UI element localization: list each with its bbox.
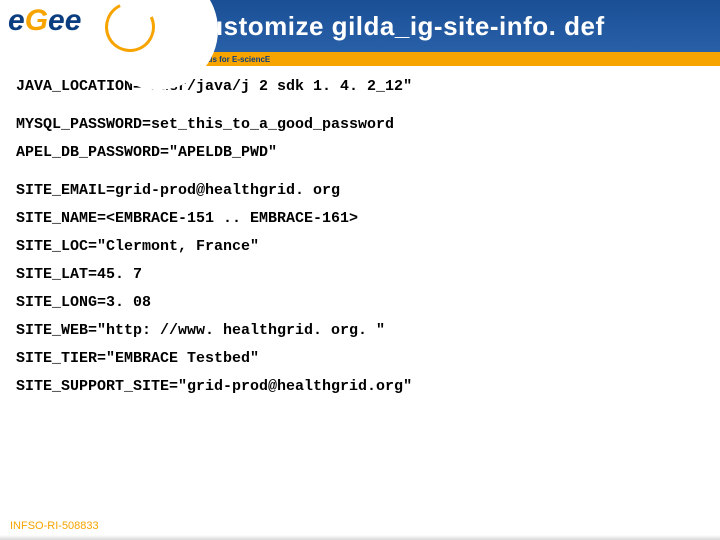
logo-letter-e: e	[48, 4, 65, 37]
config-line: SITE_TIER="EMBRACE Testbed"	[16, 350, 704, 367]
footer-id: INFSO-RI-508833	[10, 520, 99, 532]
logo-spinner-icon	[98, 0, 162, 59]
slide-content: JAVA_LOCATION="/usr/java/j 2 sdk 1. 4. 2…	[0, 62, 720, 395]
logo-letter-g: G	[25, 4, 48, 37]
slide-header: Customize gilda_ig-site-info. def Enabli…	[0, 0, 720, 62]
logo-area: eGee	[0, 0, 155, 62]
title-bar: Customize gilda_ig-site-info. def	[140, 0, 720, 52]
config-line: SITE_NAME=<EMBRACE-151 .. EMBRACE-161>	[16, 210, 704, 227]
logo-letter-e: e	[8, 4, 25, 37]
config-line: SITE_LAT=45. 7	[16, 266, 704, 283]
config-line: MYSQL_PASSWORD=set_this_to_a_good_passwo…	[16, 116, 704, 133]
egee-logo: eGee	[8, 4, 81, 38]
config-line: SITE_LONG=3. 08	[16, 294, 704, 311]
subtitle-bar: Enabling Grids for E-sciencE	[140, 52, 720, 66]
config-line: SITE_SUPPORT_SITE="grid-prod@healthgrid.…	[16, 378, 704, 395]
bottom-shadow	[0, 535, 720, 540]
config-line: APEL_DB_PASSWORD="APELDB_PWD"	[16, 144, 704, 161]
config-line: JAVA_LOCATION="/usr/java/j 2 sdk 1. 4. 2…	[16, 78, 704, 95]
logo-letter-e: e	[65, 4, 82, 37]
config-line: SITE_LOC="Clermont, France"	[16, 238, 704, 255]
config-line: SITE_EMAIL=grid-prod@healthgrid. org	[16, 182, 704, 199]
config-line: SITE_WEB="http: //www. healthgrid. org. …	[16, 322, 704, 339]
slide-title: Customize gilda_ig-site-info. def	[188, 11, 605, 42]
